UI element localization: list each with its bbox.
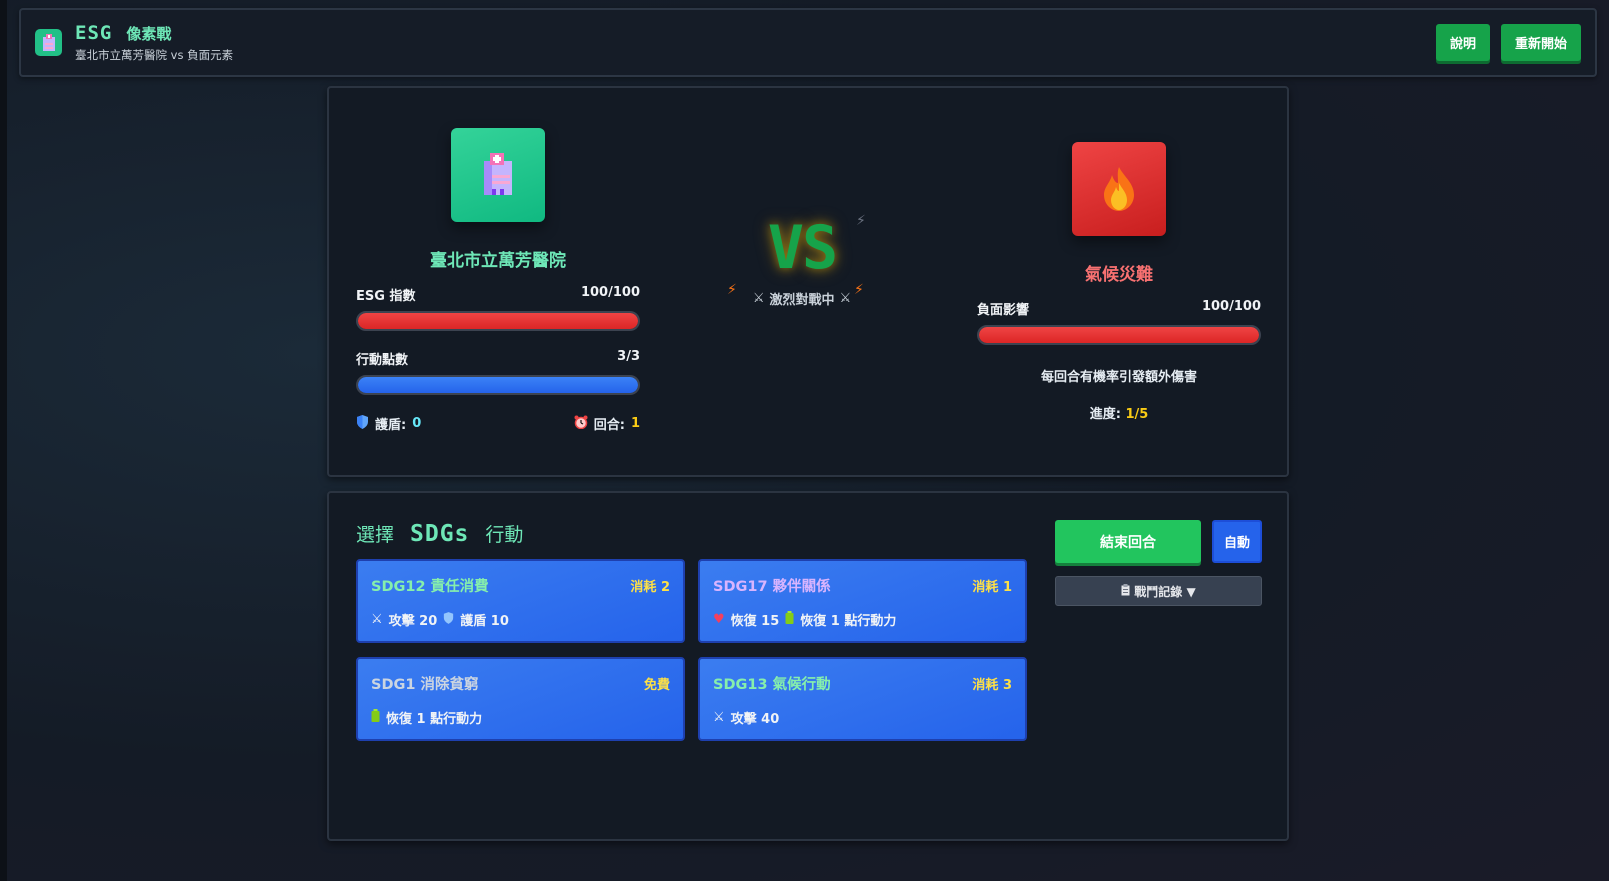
- card-cost: 免費: [643, 678, 670, 693]
- alarm-clock-icon: [574, 415, 588, 433]
- enemy-column: 氣候災難 負面影響 100/100 每回合有機率引發額外傷害 進度: 1/5: [977, 142, 1261, 422]
- player-column: 臺北市立萬芳醫院 ESG 指數 100/100 行動點數 3/3 護盾: 0 回…: [356, 128, 640, 433]
- impact-value: 100/100: [1201, 299, 1261, 314]
- heart-icon: ♥: [713, 612, 725, 627]
- app-header: ESG 像素戰 臺北市立萬芳醫院 vs 負面元素 說明 重新開始: [19, 8, 1597, 77]
- ap-label: 行動點數: [356, 353, 409, 368]
- ap-stat-row: 行動點數 3/3: [356, 349, 640, 368]
- shield-icon: [356, 414, 369, 433]
- fire-icon: [1072, 142, 1166, 236]
- crossed-swords-icon: ⚔: [752, 291, 765, 306]
- card-name: SDG17 夥伴關係: [713, 579, 831, 595]
- card-effect: 恢復 15: [730, 614, 780, 629]
- card-effects: ⚔ 攻擊 40: [713, 708, 1012, 727]
- action-card-sdg13[interactable]: SDG13 氣候行動 消耗 3 ⚔ 攻擊 40: [698, 657, 1027, 741]
- esg-value: 100/100: [580, 285, 640, 300]
- card-effects: ♥ 恢復 15 恢復 1 點行動力: [713, 610, 1012, 629]
- card-name: SDG1 消除貧窮: [371, 677, 479, 693]
- card-cost: 消耗 3: [972, 678, 1012, 693]
- battle-log-label: 戰鬥記錄 ▼: [1134, 584, 1196, 599]
- help-button[interactable]: 說明: [1435, 24, 1490, 61]
- actions-panel: 選擇 SDGs 行動 SDG12 責任消費 消耗 2 ⚔ 攻擊 20 護盾 10…: [327, 491, 1289, 841]
- hospital-logo-icon: [35, 29, 62, 56]
- crossed-swords-icon: ⚔: [839, 291, 852, 306]
- card-cost: 消耗 1: [972, 580, 1012, 595]
- battery-icon: [785, 611, 794, 628]
- shield-value: 0: [412, 416, 422, 431]
- hospital-icon: [451, 128, 545, 222]
- card-effect: 恢復 1 點行動力: [800, 614, 897, 629]
- enemy-note: 每回合有機率引發額外傷害: [1040, 370, 1197, 385]
- lightning-icon: ⚡: [856, 213, 866, 229]
- shield-icon: [443, 611, 454, 628]
- player-name: 臺北市立萬芳醫院: [430, 251, 566, 271]
- app-title-block: ESG 像素戰 臺北市立萬芳醫院 vs 負面元素: [75, 22, 233, 63]
- card-effect: 攻擊 40: [730, 712, 780, 727]
- shield-stat: 護盾: 0: [356, 414, 421, 433]
- card-name: SDG13 氣候行動: [713, 677, 831, 693]
- battle-panel: 臺北市立萬芳醫院 ESG 指數 100/100 行動點數 3/3 護盾: 0 回…: [327, 86, 1289, 477]
- ap-value: 3/3: [617, 349, 640, 364]
- lightning-icon: ⚡: [727, 282, 737, 298]
- card-effect: 攻擊 20: [388, 614, 438, 629]
- card-effect: 恢復 1 點行動力: [386, 712, 483, 727]
- card-effect: 護盾 10: [460, 614, 509, 629]
- crossed-swords-icon: ⚔: [713, 710, 725, 725]
- progress-label: 進度:: [1089, 407, 1121, 422]
- action-card-sdg1[interactable]: SDG1 消除貧窮 免費 恢復 1 點行動力: [356, 657, 685, 741]
- card-name: SDG12 責任消費: [371, 579, 489, 595]
- lightning-icon: ⚡: [854, 282, 864, 298]
- actions-title-action: 行動: [485, 524, 524, 546]
- player-mini-stats: 護盾: 0 回合: 1: [356, 414, 640, 433]
- round-value: 1: [630, 416, 640, 431]
- crossed-swords-icon: ⚔: [371, 612, 383, 627]
- impact-bar: [977, 325, 1261, 345]
- impact-label: 負面影響: [977, 303, 1030, 318]
- actions-title-select: 選擇: [356, 524, 395, 546]
- clipboard-icon: [1121, 583, 1130, 599]
- restart-button[interactable]: 重新開始: [1500, 24, 1581, 61]
- auto-button[interactable]: 自動: [1212, 520, 1262, 563]
- card-cost: 消耗 2: [630, 580, 670, 595]
- enemy-progress: 進度: 1/5: [977, 403, 1261, 422]
- progress-value: 1/5: [1125, 407, 1149, 422]
- app-title-sub: 像素戰: [126, 25, 172, 43]
- enemy-name: 氣候災難: [1085, 265, 1153, 285]
- ap-bar: [356, 375, 640, 395]
- end-turn-button[interactable]: 結束回合: [1055, 520, 1201, 563]
- esg-bar-fill: [358, 313, 638, 329]
- round-stat: 回合: 1: [574, 414, 640, 433]
- battle-status-text: 激烈對戰中: [769, 293, 835, 308]
- battle-log-toggle[interactable]: 戰鬥記錄 ▼: [1055, 576, 1262, 606]
- ap-bar-fill: [358, 377, 638, 393]
- esg-stat-row: ESG 指數 100/100: [356, 285, 640, 304]
- left-strip: [0, 0, 7, 881]
- app-subtitle: 臺北市立萬芳醫院 vs 負面元素: [75, 48, 234, 62]
- actions-title: 選擇 SDGs 行動: [356, 520, 523, 547]
- action-card-sdg17[interactable]: SDG17 夥伴關係 消耗 1 ♥ 恢復 15 恢復 1 點行動力: [698, 559, 1027, 643]
- esg-bar: [356, 311, 640, 331]
- impact-bar-fill: [979, 327, 1259, 343]
- actions-title-sdgs: SDGs: [410, 521, 470, 547]
- card-effects: 恢復 1 點行動力: [371, 708, 670, 727]
- action-card-sdg12[interactable]: SDG12 責任消費 消耗 2 ⚔ 攻擊 20 護盾 10: [356, 559, 685, 643]
- shield-label: 護盾:: [375, 418, 407, 433]
- esg-label: ESG 指數: [356, 289, 416, 304]
- card-effects: ⚔ 攻擊 20 護盾 10: [371, 610, 670, 629]
- round-label: 回合:: [593, 418, 625, 433]
- battery-icon: [371, 709, 380, 726]
- app-title-esg: ESG: [75, 22, 113, 44]
- impact-stat-row: 負面影響 100/100: [977, 299, 1261, 318]
- vs-label: VS: [767, 213, 838, 283]
